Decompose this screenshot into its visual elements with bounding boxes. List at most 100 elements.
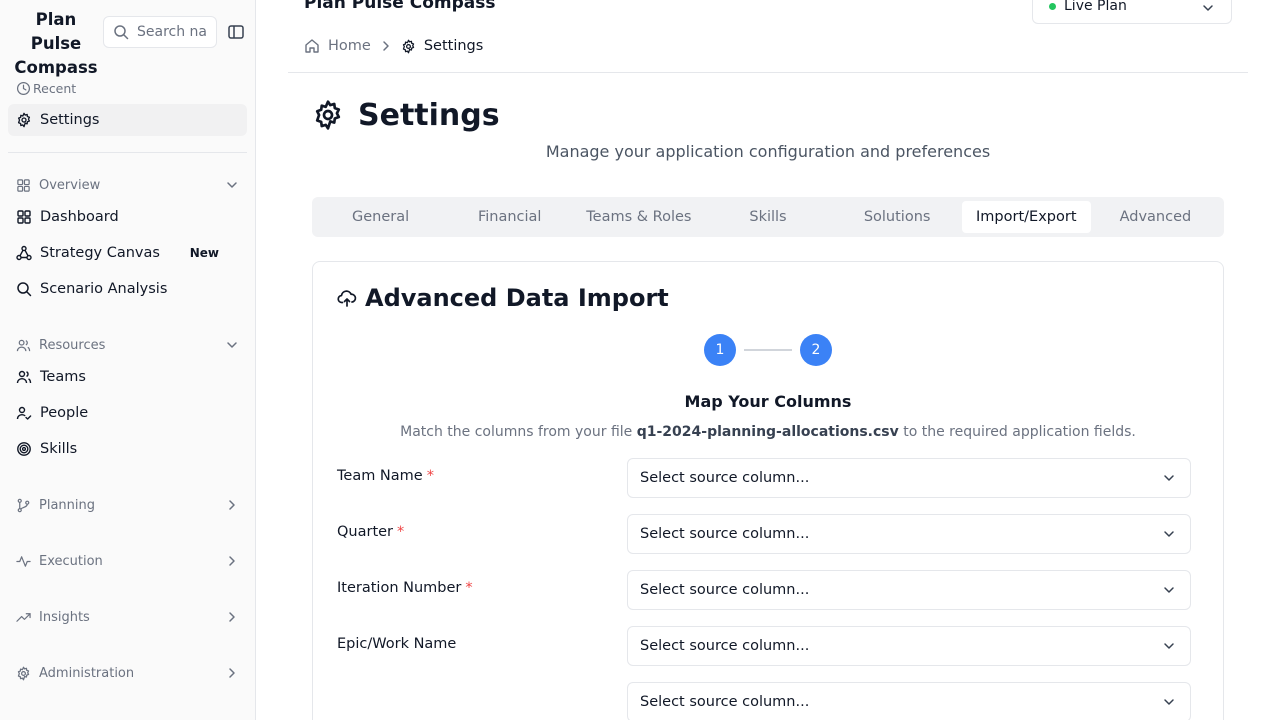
group-label: Overview xyxy=(39,177,101,193)
chevron-down-icon xyxy=(1203,5,1213,11)
recent-section-label: Recent xyxy=(16,79,76,97)
sidebar-item-scenario-analysis[interactable]: Scenario Analysis xyxy=(8,273,247,305)
page-title: Settings xyxy=(358,97,500,133)
desc-suffix: to the required application fields. xyxy=(903,424,1136,440)
import-card: Advanced Data Import 1 2 Map Your Column… xyxy=(312,261,1224,720)
tab-import-export[interactable]: Import/Export xyxy=(961,201,1091,233)
desc-prefix: Match the columns from your file xyxy=(400,424,633,440)
tab-advanced[interactable]: Advanced xyxy=(1091,201,1220,233)
tab-general[interactable]: General xyxy=(316,201,445,233)
sidebar-item-skills[interactable]: Skills xyxy=(8,433,247,465)
tab-financial[interactable]: Financial xyxy=(445,201,574,233)
sidebar-item-label: Teams xyxy=(40,369,86,385)
chevron-right-icon xyxy=(383,41,389,51)
sidebar: Plan Pulse Compass Recent Settings Overv… xyxy=(0,0,256,720)
gear-icon xyxy=(17,112,31,128)
activity-icon xyxy=(16,555,31,567)
field-label-text: Iteration Number xyxy=(337,580,462,596)
field-label: Quarter * xyxy=(337,524,404,540)
import-card-header: Advanced Data Import xyxy=(337,284,669,312)
group-label: Insights xyxy=(39,609,90,625)
source-column-select[interactable]: Select source column... xyxy=(627,570,1191,610)
users-icon xyxy=(16,339,31,351)
required-marker: * xyxy=(397,524,405,540)
select-placeholder: Select source column... xyxy=(640,638,810,654)
sidebar-item-label: Strategy Canvas xyxy=(40,245,160,261)
chevron-down-icon xyxy=(227,342,237,348)
chevron-down-icon xyxy=(227,182,237,188)
field-row-additional: Select source column... xyxy=(337,682,1191,720)
page-header: Settings xyxy=(312,96,500,134)
field-row-iteration-number: Iteration Number * Select source column..… xyxy=(337,570,1191,610)
map-columns-description: Match the columns from your file q1-2024… xyxy=(313,424,1223,440)
recent-label-text: Recent xyxy=(33,80,77,96)
select-placeholder: Select source column... xyxy=(640,470,810,486)
sidebar-item-strategy-canvas[interactable]: Strategy Canvas New xyxy=(8,237,247,269)
file-name: q1-2024-planning-allocations.csv xyxy=(636,424,899,440)
target-icon xyxy=(17,442,31,456)
sidebar-item-teams[interactable]: Teams xyxy=(8,361,247,393)
tab-teams-roles[interactable]: Teams & Roles xyxy=(574,201,703,233)
layout-grid-icon xyxy=(17,210,31,224)
sidebar-item-people[interactable]: People xyxy=(8,397,247,429)
select-placeholder: Select source column... xyxy=(640,526,810,542)
source-column-select[interactable]: Select source column... xyxy=(627,626,1191,666)
source-column-select[interactable]: Select source column... xyxy=(627,682,1191,720)
step-connector xyxy=(744,349,792,351)
sidebar-search[interactable] xyxy=(103,16,217,48)
header-divider xyxy=(288,72,1248,73)
sidebar-group-resources[interactable]: Resources xyxy=(8,331,247,359)
sidebar-item-label: Settings xyxy=(40,112,100,128)
sidebar-group-execution[interactable]: Execution xyxy=(8,547,247,575)
breadcrumb-home[interactable]: Home xyxy=(304,38,371,54)
sidebar-item-recent-settings[interactable]: Settings xyxy=(8,104,247,136)
sidebar-group-overview[interactable]: Overview xyxy=(8,171,247,199)
sidebar-group-insights[interactable]: Insights xyxy=(8,603,247,631)
chevron-right-icon xyxy=(229,500,235,510)
app-brand[interactable]: Plan Pulse Compass xyxy=(8,8,104,80)
trending-up-icon xyxy=(16,612,31,622)
settings-tabs: General Financial Teams & Roles Skills S… xyxy=(312,197,1224,237)
search-icon xyxy=(114,25,129,40)
tab-skills[interactable]: Skills xyxy=(703,201,832,233)
app-title: Plan Pulse Compass xyxy=(304,0,496,13)
field-row-team-name: Team Name * Select source column... xyxy=(337,458,1191,498)
search-icon xyxy=(17,282,32,297)
gear-icon xyxy=(402,39,415,53)
select-placeholder: Select source column... xyxy=(640,694,810,710)
user-check-icon xyxy=(16,406,32,420)
chevron-right-icon xyxy=(229,668,235,678)
tab-solutions[interactable]: Solutions xyxy=(833,201,962,233)
required-marker: * xyxy=(426,468,434,484)
map-columns-title: Map Your Columns xyxy=(684,392,852,411)
search-input[interactable] xyxy=(137,24,216,40)
chevron-right-icon xyxy=(229,612,235,622)
sidebar-group-administration[interactable]: Administration xyxy=(8,659,247,687)
import-stepper: 1 2 xyxy=(704,334,832,366)
field-label: Epic/Work Name xyxy=(337,636,456,652)
home-icon xyxy=(305,39,319,53)
sidebar-toggle-icon[interactable] xyxy=(227,23,245,41)
group-label: Administration xyxy=(39,665,135,681)
new-badge: New xyxy=(189,246,219,260)
breadcrumb-label: Settings xyxy=(423,38,484,54)
field-label-text: Quarter xyxy=(337,524,394,540)
plan-selector-value: Live Plan xyxy=(1064,0,1127,14)
field-row-quarter: Quarter * Select source column... xyxy=(337,514,1191,554)
git-branch-icon xyxy=(17,498,30,512)
sidebar-item-label: Scenario Analysis xyxy=(40,281,168,297)
step-1-indicator: 1 xyxy=(704,334,736,366)
chevron-down-icon xyxy=(1164,643,1174,649)
source-column-select[interactable]: Select source column... xyxy=(627,514,1191,554)
field-label: Team Name * xyxy=(337,468,434,484)
workflow-icon xyxy=(16,245,32,261)
sidebar-divider xyxy=(8,152,247,153)
sidebar-item-label: Skills xyxy=(40,441,78,457)
sidebar-group-planning[interactable]: Planning xyxy=(8,491,247,519)
source-column-select[interactable]: Select source column... xyxy=(627,458,1191,498)
step-2-indicator: 2 xyxy=(800,334,832,366)
chevron-down-icon xyxy=(1164,475,1174,481)
live-status-dot xyxy=(1049,2,1056,10)
sidebar-item-dashboard[interactable]: Dashboard xyxy=(8,201,247,233)
plan-selector[interactable]: Live Plan xyxy=(1032,0,1232,24)
